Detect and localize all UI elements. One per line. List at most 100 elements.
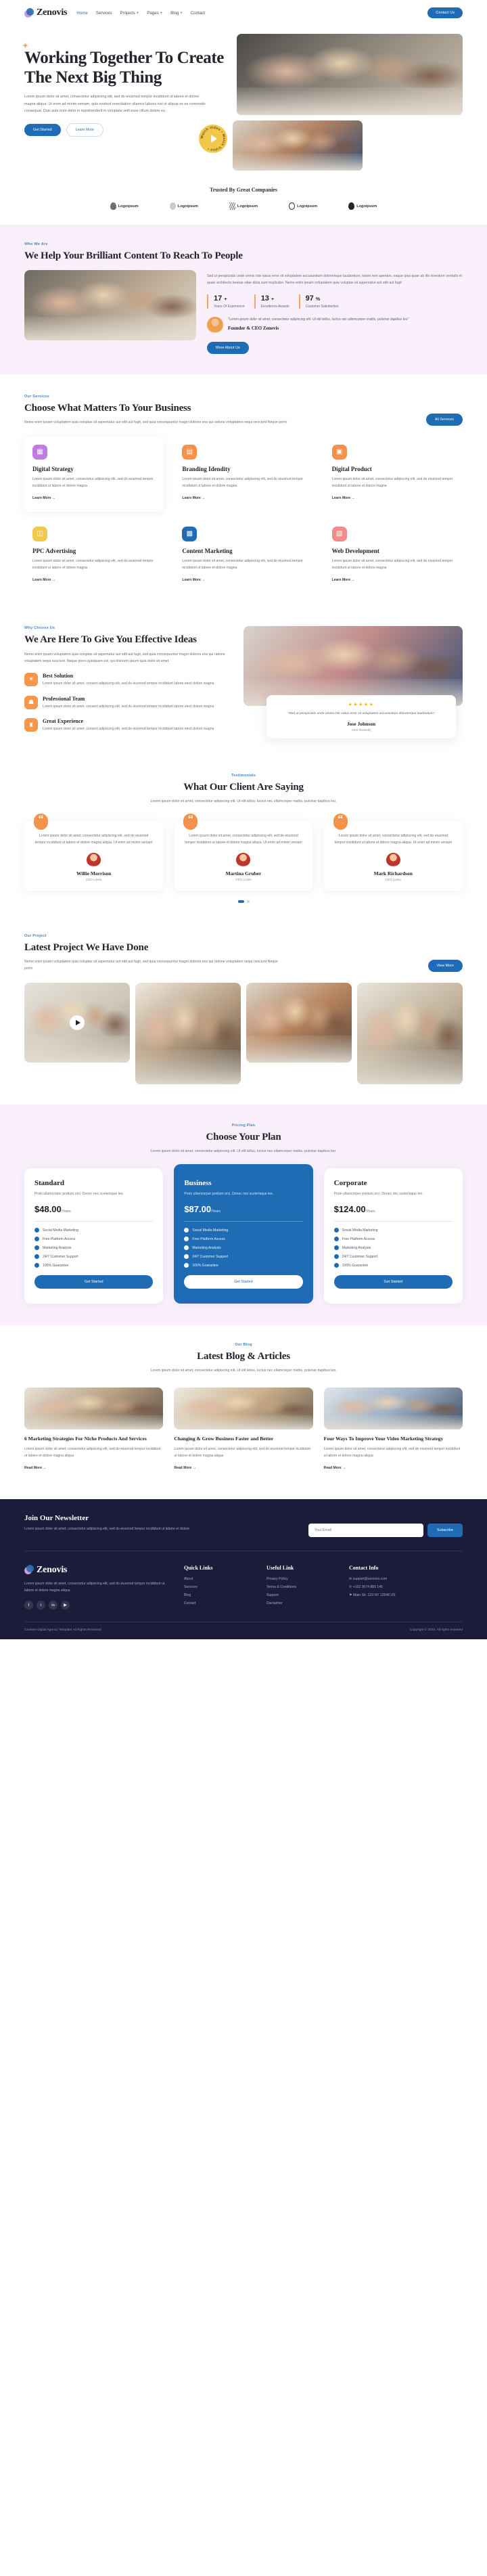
stat-value: 97 bbox=[305, 294, 314, 303]
why-choose-us-section: Why Choose Us We Are Here To Give You Ef… bbox=[0, 611, 487, 759]
newsletter-email-input[interactable] bbox=[308, 1523, 424, 1537]
service-learn-more-link[interactable]: Learn More → bbox=[332, 578, 355, 582]
plan-feature: ✓ Free Platform Access bbox=[184, 1237, 225, 1242]
testimonial-name: Mark Richardson bbox=[373, 870, 413, 876]
project-card-notebook-desk[interactable] bbox=[24, 983, 130, 1063]
who-we-are-section: Who We Are We Help Your Brilliant Conten… bbox=[0, 225, 487, 374]
subscribe-button[interactable]: Subscribe bbox=[427, 1523, 463, 1537]
blog-read-more-link[interactable]: Read More → bbox=[174, 1466, 196, 1470]
testimonials-grid: “ Lorem ipsum dolor sit amet, consectetu… bbox=[24, 814, 463, 891]
check-icon: ✓ bbox=[184, 1254, 189, 1260]
youtube-icon[interactable]: ▶ bbox=[61, 1601, 70, 1610]
services-section: Our Services Choose What Matters To Your… bbox=[0, 374, 487, 611]
blog-card[interactable]: Changing & Grow Business Faster and Bett… bbox=[174, 1387, 313, 1471]
project-card-analytics-report[interactable] bbox=[357, 983, 463, 1085]
list-item[interactable]: Support bbox=[266, 1593, 331, 1597]
service-card-digital-strategy[interactable]: ▦ Digital Strategy Lorem ipsum dolor sit… bbox=[24, 436, 164, 512]
who-title: We Help Your Brilliant Content To Reach … bbox=[24, 250, 243, 261]
twitter-icon[interactable]: t bbox=[37, 1601, 45, 1610]
main-nav: Home Services Projects + Pages + Blog + … bbox=[76, 11, 205, 16]
pricing-card-business: Business Proin ullamcorper pretium orci.… bbox=[174, 1164, 313, 1304]
blog-read-more-link[interactable]: Read More → bbox=[324, 1466, 346, 1470]
list-item[interactable]: About bbox=[184, 1577, 249, 1581]
copyright-bar: Creative Digital Agency Template All Rig… bbox=[24, 1622, 463, 1639]
facebook-icon[interactable]: f bbox=[24, 1601, 33, 1610]
footer-logo[interactable]: Zenovis bbox=[24, 1565, 166, 1576]
plan-get-started-button[interactable]: Get Started bbox=[333, 1275, 453, 1289]
plan-get-started-button[interactable]: Get Started bbox=[184, 1275, 303, 1289]
service-card-digital-product[interactable]: ▣ Digital Product Lorem ipsum dolor sit … bbox=[323, 436, 463, 512]
pricing-paragraph: Lorem ipsum dolor sit amet, consectetur … bbox=[150, 1149, 337, 1154]
identity-card-icon: ▤ bbox=[182, 444, 198, 460]
footer-column-contact-info: Contact Info ✉ support@zenovis.com ✆ +10… bbox=[349, 1565, 414, 1610]
service-learn-more-link[interactable]: Learn More → bbox=[182, 578, 205, 582]
blog-read-more-link[interactable]: Read More → bbox=[24, 1466, 47, 1470]
list-item[interactable]: Contact bbox=[184, 1601, 249, 1605]
nav-item-services[interactable]: Services bbox=[96, 11, 112, 16]
service-card-ppc-advertising[interactable]: ◫ PPC Advertising Lorem ipsum dolor sit … bbox=[24, 518, 164, 594]
who-paragraph: Sed ut perspiciatis unde omnis iste natu… bbox=[207, 274, 462, 286]
service-text: Lorem ipsum dolor sit amet, consectetur … bbox=[182, 558, 303, 570]
blog-card[interactable]: Four Ways To Improve Your Video Marketin… bbox=[323, 1387, 463, 1471]
list-item[interactable]: Blog bbox=[184, 1593, 249, 1597]
plan-price: $124.00 bbox=[333, 1204, 366, 1215]
service-learn-more-link[interactable]: Learn More → bbox=[32, 496, 55, 500]
check-icon: ✓ bbox=[333, 1237, 339, 1242]
stat-value: 13 bbox=[260, 294, 269, 303]
footer-column-useful-link: Useful Link Privacy Policy Terms & Condi… bbox=[266, 1565, 331, 1610]
nav-item-blog[interactable]: Blog + bbox=[170, 11, 183, 16]
brand-label: Logoipsum bbox=[118, 204, 139, 208]
nav-item-projects[interactable]: Projects + bbox=[120, 11, 139, 16]
hero-image-team bbox=[237, 34, 463, 115]
contact-us-button[interactable]: Contact Us bbox=[427, 7, 463, 18]
nav-item-home[interactable]: Home bbox=[76, 11, 88, 16]
plan-feature: ✓ Marketing Analysis bbox=[34, 1245, 72, 1251]
learn-more-button[interactable]: Learn More bbox=[66, 123, 104, 137]
carousel-dot-2[interactable] bbox=[246, 900, 250, 903]
brands-heading: Trusted By Great Companies bbox=[210, 187, 277, 193]
plan-feature: ✓ Social Media Marketing bbox=[34, 1228, 78, 1233]
plan-get-started-button[interactable]: Get Started bbox=[34, 1275, 154, 1289]
plan-feature: ✓ Marketing Analysis bbox=[333, 1245, 371, 1251]
nav-item-contact[interactable]: Contact bbox=[191, 11, 205, 16]
hero-image-couple bbox=[233, 120, 363, 171]
play-icon[interactable] bbox=[70, 1015, 85, 1031]
blog-card[interactable]: 6 Marketing Strategies For Niche Product… bbox=[24, 1387, 164, 1471]
service-card-branding-idendity[interactable]: ▤ Branding Idendity Lorem ipsum dolor si… bbox=[174, 436, 313, 512]
stat-years-experience: 17 + Years Of Experience bbox=[207, 294, 245, 309]
view-more-button[interactable]: View More bbox=[427, 960, 463, 973]
testimonial-card: “ Lorem ipsum dolor sit amet, consectetu… bbox=[174, 814, 313, 891]
list-item[interactable]: Disclaimer bbox=[266, 1601, 331, 1605]
feature-great-experience: ♜ Great Experience Lorem ipsum dolor sit… bbox=[24, 718, 231, 733]
service-learn-more-link[interactable]: Learn More → bbox=[332, 496, 355, 500]
project-card-designer-at-work[interactable] bbox=[246, 983, 352, 1063]
more-about-us-button[interactable]: More About Us bbox=[207, 341, 249, 354]
logo[interactable]: Zenovis bbox=[24, 7, 67, 18]
service-learn-more-link[interactable]: Learn More → bbox=[182, 496, 205, 500]
blog-section: Our Blog Latest Blog & Articles Lorem ip… bbox=[0, 1325, 487, 1492]
project-card-tools-workbench[interactable] bbox=[135, 983, 241, 1085]
logo-mark-icon bbox=[24, 1565, 34, 1575]
carousel-dot-1[interactable] bbox=[237, 900, 244, 903]
service-card-web-development[interactable]: ▧ Web Development Lorem ipsum dolor sit … bbox=[323, 518, 463, 594]
list-item[interactable]: Services bbox=[184, 1585, 249, 1589]
service-card-content-marketing[interactable]: ▩ Content Marketing Lorem ipsum dolor si… bbox=[174, 518, 313, 594]
list-item[interactable]: Privacy Policy bbox=[266, 1577, 331, 1581]
service-learn-more-link[interactable]: Learn More → bbox=[32, 578, 55, 582]
contact-email[interactable]: ✉ support@zenovis.com bbox=[349, 1577, 414, 1581]
get-started-button[interactable]: Get Started bbox=[24, 123, 61, 136]
hero-section: ✦ Working Together To Create The Next Bi… bbox=[0, 26, 487, 180]
check-icon: ✓ bbox=[333, 1263, 339, 1268]
carousel-dots[interactable] bbox=[24, 900, 463, 903]
founder-quote: "Lorem ipsum dolor sit amet, consectetur… bbox=[228, 317, 409, 321]
all-services-button[interactable]: All Services bbox=[425, 413, 463, 426]
contact-phone[interactable]: ✆ +102 3674 889 145 bbox=[349, 1585, 414, 1589]
list-item[interactable]: Terms & Conditions bbox=[266, 1585, 331, 1589]
watch-video-badge[interactable]: Watch Video • Watch Video • bbox=[199, 125, 227, 153]
plan-name: Business bbox=[184, 1179, 212, 1188]
newsletter-title: Join Our Newsletter bbox=[24, 1513, 89, 1522]
nav-item-pages[interactable]: Pages + bbox=[147, 11, 162, 16]
linkedin-icon[interactable]: in bbox=[49, 1601, 57, 1610]
team-icon: ☗ bbox=[24, 695, 38, 709]
who-eyebrow: Who We Are bbox=[24, 242, 48, 246]
